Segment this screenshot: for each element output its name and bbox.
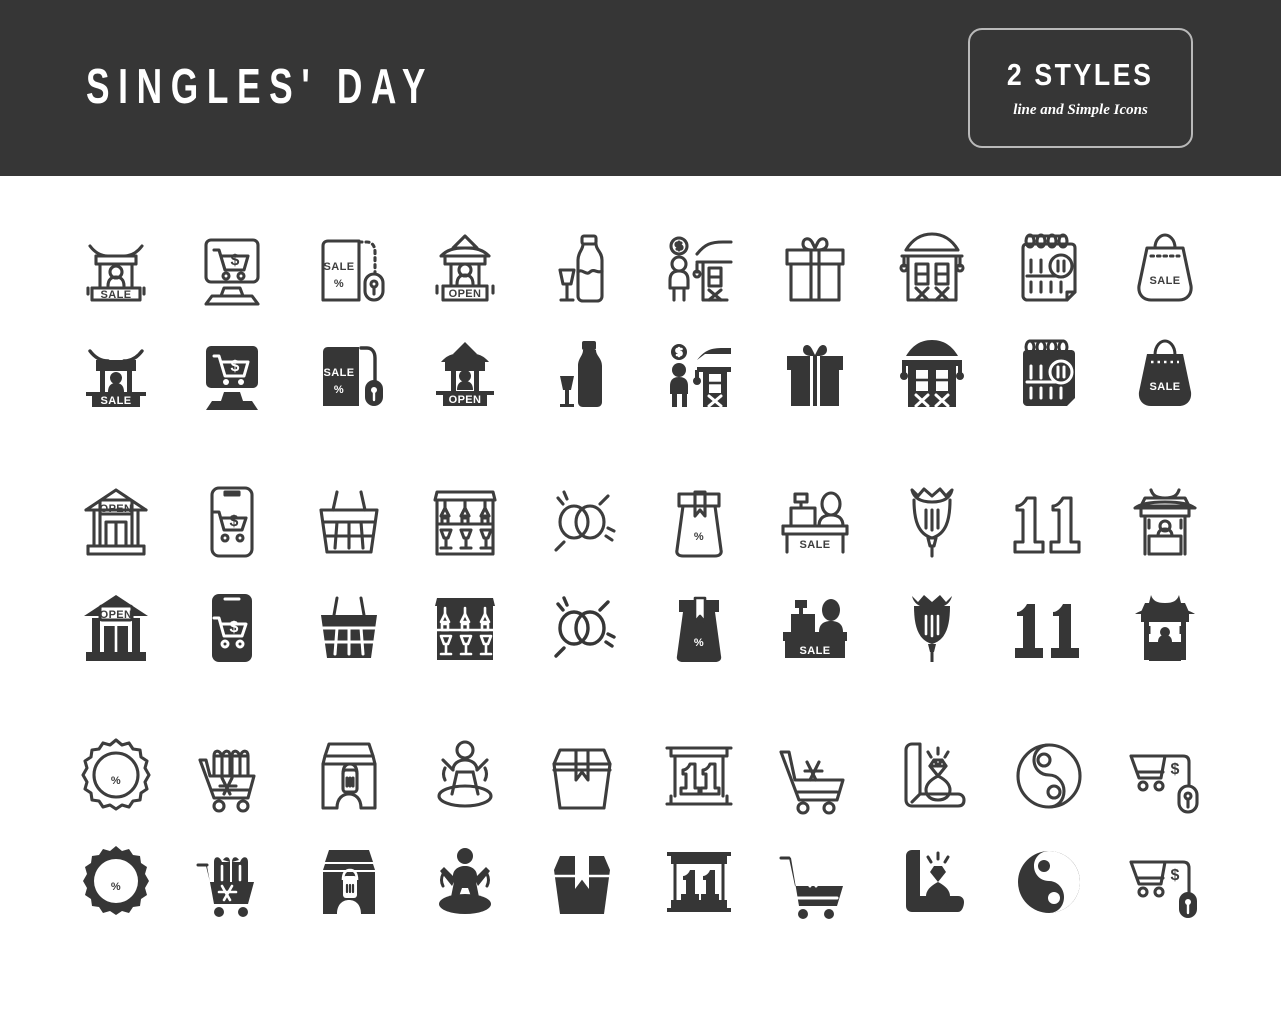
sale-text: SALE (323, 261, 354, 273)
bottle-and-glass-icon[interactable] (534, 326, 630, 422)
page-header: SINGLES' DAY 2 STYLES line and Simple Ic… (0, 0, 1281, 176)
cart-dollar-tag-mouse-icon[interactable]: $ (1117, 728, 1213, 824)
page-title: SINGLES' DAY (86, 60, 434, 114)
styles-count-label: 2 STYLES (1007, 57, 1154, 92)
sale-percent-tag-mouse-icon[interactable]: SALE % (301, 326, 397, 422)
mobile-online-shopping-icon[interactable]: $ (184, 474, 280, 570)
mobile-online-shopping-icon[interactable]: $ (184, 580, 280, 676)
shopping-basket-icon[interactable] (301, 580, 397, 676)
dollar-text: $ (1171, 867, 1180, 884)
yin-yang-icon[interactable] (1001, 834, 1097, 930)
pagoda-market-stall-icon[interactable] (1117, 580, 1213, 676)
dollar-text: $ (230, 513, 239, 530)
open-text: OPEN (449, 394, 482, 406)
icon-row-2-solid: SALE $ SALE % OPEN SALE (68, 326, 1214, 422)
cashier-sale-counter-icon[interactable]: SALE (767, 580, 863, 676)
calendar-eleven-icon[interactable] (1001, 326, 1097, 422)
diamond-ring-box-icon[interactable] (884, 728, 980, 824)
dollar-text: $ (231, 358, 240, 375)
cart-with-gifts-icon[interactable] (184, 834, 280, 930)
percent-text: % (110, 775, 120, 787)
celebrating-person-icon[interactable] (417, 728, 513, 824)
styles-subtitle-label: line and Simple Icons (1013, 102, 1148, 118)
cart-with-gifts-icon[interactable] (184, 728, 280, 824)
icon-row-1-line: SALE $ SALE % OPEN SALE (68, 220, 1214, 316)
bottle-and-glass-icon[interactable] (534, 220, 630, 316)
pagoda-market-stall-icon[interactable] (1117, 474, 1213, 570)
number-eleven-icon[interactable] (1001, 580, 1097, 676)
sale-text: SALE (323, 367, 354, 379)
interlocking-rings-icon[interactable] (534, 580, 630, 676)
cart-dollar-tag-mouse-icon[interactable]: $ (1117, 834, 1213, 930)
sale-text: SALE (800, 645, 831, 657)
percent-discount-badge-icon[interactable]: % (68, 728, 164, 824)
open-text: OPEN (99, 503, 132, 515)
pagoda-sale-stall-icon[interactable]: SALE (68, 220, 164, 316)
shop-with-price-tag-icon[interactable] (301, 728, 397, 824)
desktop-online-shopping-icon[interactable]: $ (184, 220, 280, 316)
open-text: OPEN (449, 288, 482, 300)
percent-text: % (110, 881, 120, 893)
percent-text: % (334, 278, 344, 290)
dollar-text: $ (231, 252, 240, 269)
percent-gift-bag-icon[interactable]: % (651, 580, 747, 676)
shopper-with-coin-icon[interactable] (651, 220, 747, 316)
percent-text: % (334, 384, 344, 396)
percent-gift-bag-icon[interactable]: % (651, 474, 747, 570)
icon-row-4-solid: OPEN $ % SALE (68, 580, 1214, 676)
cashier-sale-counter-icon[interactable]: SALE (767, 474, 863, 570)
dollar-text: $ (230, 619, 239, 636)
pagoda-open-shop-icon[interactable]: OPEN (417, 220, 513, 316)
sale-text: SALE (100, 289, 131, 301)
icon-row-3-line: OPEN $ % SALE (68, 474, 1214, 570)
percent-text: % (694, 637, 704, 649)
pagoda-sale-stall-icon[interactable]: SALE (68, 326, 164, 422)
gift-box-icon[interactable] (767, 326, 863, 422)
store-shelf-display-icon[interactable] (417, 580, 513, 676)
desktop-online-shopping-icon[interactable]: $ (184, 326, 280, 422)
delivery-box-ribbon-icon[interactable] (534, 834, 630, 930)
yin-yang-icon[interactable] (1001, 728, 1097, 824)
delivery-box-ribbon-icon[interactable] (534, 728, 630, 824)
icon-row-6-solid: % $ (68, 834, 1214, 930)
percent-text: % (694, 531, 704, 543)
eleven-scroll-banner-icon[interactable] (651, 728, 747, 824)
dollar-text: $ (1171, 761, 1180, 778)
interlocking-rings-icon[interactable] (534, 474, 630, 570)
sale-shopping-bag-icon[interactable]: SALE (1117, 220, 1213, 316)
gift-box-icon[interactable] (767, 220, 863, 316)
open-text: OPEN (99, 609, 132, 621)
styles-badge: 2 STYLES line and Simple Icons (968, 28, 1193, 148)
calendar-eleven-icon[interactable] (1001, 220, 1097, 316)
chinese-lantern-icon[interactable] (884, 580, 980, 676)
sale-shopping-bag-icon[interactable]: SALE (1117, 326, 1213, 422)
sale-text: SALE (1150, 275, 1181, 287)
celebrating-person-icon[interactable] (417, 834, 513, 930)
shopping-cart-icon[interactable] (767, 834, 863, 930)
percent-discount-badge-icon[interactable]: % (68, 834, 164, 930)
sale-text: SALE (800, 539, 831, 551)
sale-text: SALE (100, 395, 131, 407)
diamond-ring-box-icon[interactable] (884, 834, 980, 930)
sale-text: SALE (1150, 381, 1181, 393)
shopping-cart-icon[interactable] (767, 728, 863, 824)
chinese-lantern-icon[interactable] (884, 474, 980, 570)
shopping-basket-icon[interactable] (301, 474, 397, 570)
store-open-sign-icon[interactable]: OPEN (68, 474, 164, 570)
store-shelf-display-icon[interactable] (417, 474, 513, 570)
chinese-shop-house-icon[interactable] (884, 220, 980, 316)
pagoda-open-shop-icon[interactable]: OPEN (417, 326, 513, 422)
icon-row-5-line: % $ (68, 728, 1214, 824)
shop-with-price-tag-icon[interactable] (301, 834, 397, 930)
shopper-with-coin-icon[interactable] (651, 326, 747, 422)
sale-percent-tag-mouse-icon[interactable]: SALE % (301, 220, 397, 316)
eleven-scroll-banner-icon[interactable] (651, 834, 747, 930)
store-open-sign-icon[interactable]: OPEN (68, 580, 164, 676)
icon-grid: SALE $ SALE % OPEN SALE SALE $ SALE % OP… (0, 220, 1281, 1024)
chinese-shop-house-icon[interactable] (884, 326, 980, 422)
number-eleven-icon[interactable] (1001, 474, 1097, 570)
